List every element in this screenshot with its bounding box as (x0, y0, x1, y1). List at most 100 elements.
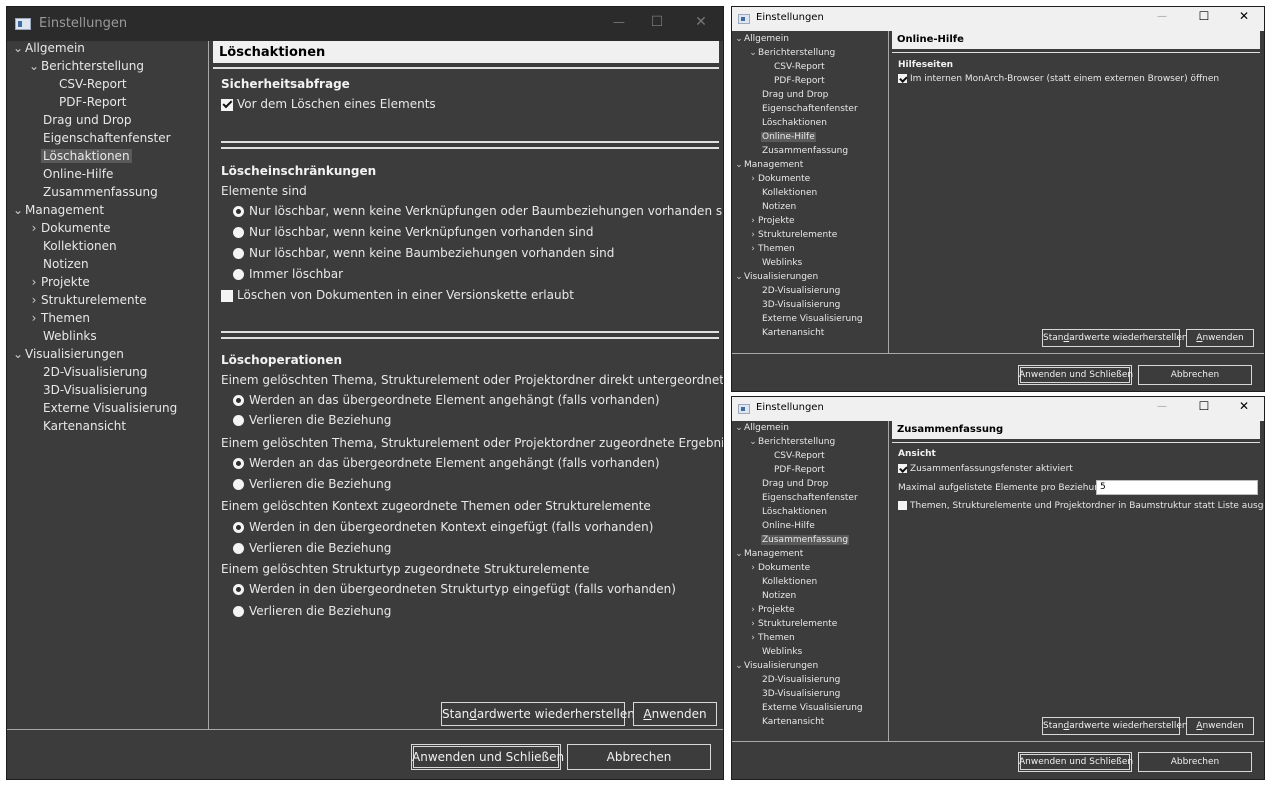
apply-and-close-button[interactable]: Anwenden und Schließen (1018, 752, 1133, 772)
chevron-down-icon[interactable]: ⌄ (11, 347, 25, 361)
radio-icon[interactable] (233, 606, 244, 617)
tree-item-online-hilfe[interactable]: Online-Hilfe (761, 132, 816, 142)
chevron-down-icon[interactable]: ⌄ (11, 203, 25, 217)
tree-item-loeschaktionen[interactable]: Löschaktionen (762, 118, 827, 128)
tree-item-kollektionen[interactable]: Kollektionen (762, 188, 817, 198)
maximize-icon[interactable]: ☐ (643, 14, 671, 30)
tree-item-zusammenfassung[interactable]: Zusammenfassung (762, 146, 848, 156)
tree-item-externe-visualisierung[interactable]: Externe Visualisierung (762, 314, 863, 324)
tree-item-visualisierungen[interactable]: ⌄Visualisierungen (734, 661, 818, 671)
tree-item-3d-visualisierung[interactable]: 3D-Visualisierung (762, 689, 840, 699)
radio-nur-loeschbar-keine-verknuepfungen-baum[interactable]: Nur löschbar, wenn keine Verknüpfungen o… (233, 204, 723, 218)
tree-item-drag-drop[interactable]: Drag und Drop (762, 90, 828, 100)
tree-item-strukturelemente[interactable]: › Strukturelemente (748, 230, 837, 240)
tree-item-zusammenfassung[interactable]: Zusammenfassung (43, 185, 158, 199)
chevron-right-icon[interactable]: › (748, 230, 758, 240)
tree-item-allgemein[interactable]: ⌄Allgemein (11, 41, 85, 55)
tree-item-weblinks[interactable]: Weblinks (762, 258, 802, 268)
tree-item-externe-visualisierung[interactable]: Externe Visualisierung (43, 401, 177, 415)
radio-eingefuegt-kontext[interactable]: Werden in den übergeordneten Kontext ein… (233, 520, 653, 534)
chevron-down-icon[interactable]: ⌄ (748, 48, 758, 58)
tree-item-kartenansicht[interactable]: Kartenansicht (762, 717, 824, 727)
chevron-down-icon[interactable]: ⌄ (734, 272, 744, 282)
tree-item-notizen[interactable]: Notizen (43, 257, 89, 271)
tree-item-themen[interactable]: › Themen (27, 311, 90, 325)
tree-item-themen[interactable]: › Themen (748, 633, 795, 643)
tree-item-projekte[interactable]: › Projekte (27, 275, 90, 289)
chevron-right-icon[interactable]: › (748, 174, 758, 184)
tree-item-allgemein[interactable]: ⌄Allgemein (734, 34, 789, 44)
chevron-down-icon[interactable]: ⌄ (734, 34, 744, 44)
max-elements-input[interactable]: 5 (1096, 480, 1258, 495)
chevron-right-icon[interactable]: › (748, 563, 758, 573)
tree-item-csv-report[interactable]: CSV-Report (59, 77, 127, 91)
chevron-right-icon[interactable]: › (27, 221, 41, 235)
tree-item-berichterstellung[interactable]: ⌄Berichterstellung (748, 437, 835, 447)
tree-item-csv-report[interactable]: CSV-Report (774, 62, 825, 72)
radio-icon[interactable] (233, 522, 244, 533)
chevron-right-icon[interactable]: › (27, 275, 41, 289)
chevron-down-icon[interactable]: ⌄ (734, 160, 744, 170)
close-icon[interactable]: ✕ (1234, 9, 1254, 23)
chevron-right-icon[interactable]: › (748, 605, 758, 615)
tree-item-management[interactable]: ⌄Management (734, 160, 803, 170)
radio-verlieren-beziehung[interactable]: Verlieren die Beziehung (233, 413, 391, 427)
radio-icon[interactable] (233, 415, 244, 426)
tree-item-visualisierungen[interactable]: ⌄Visualisierungen (734, 272, 818, 282)
tree-item-pdf-report[interactable]: PDF-Report (774, 76, 825, 86)
checkbox-icon[interactable] (898, 501, 907, 510)
apply-and-close-button[interactable]: Anwenden und Schließen (1018, 365, 1133, 385)
radio-icon[interactable] (233, 248, 244, 259)
radio-nur-loeschbar-keine-baumbeziehungen[interactable]: Nur löschbar, wenn keine Baumbeziehungen… (233, 246, 614, 260)
title-bar[interactable]: Einstellungen — ☐ ✕ (7, 7, 723, 41)
tree-item-3d-visualisierung[interactable]: 3D-Visualisierung (43, 383, 147, 397)
chevron-right-icon[interactable]: › (748, 244, 758, 254)
tree-item-notizen[interactable]: Notizen (762, 202, 796, 212)
radio-icon[interactable] (233, 584, 244, 595)
tree-item-notizen[interactable]: Notizen (762, 591, 796, 601)
minimize-icon[interactable]: — (1152, 11, 1172, 22)
chevron-down-icon[interactable]: ⌄ (27, 59, 41, 73)
chevron-down-icon[interactable]: ⌄ (734, 423, 744, 433)
tree-item-management[interactable]: ⌄Management (11, 203, 104, 217)
radio-icon[interactable] (233, 479, 244, 490)
chevron-right-icon[interactable]: › (748, 619, 758, 629)
tree-item-2d-visualisierung[interactable]: 2D-Visualisierung (43, 365, 147, 379)
tree-item-2d-visualisierung[interactable]: 2D-Visualisierung (762, 675, 840, 685)
radio-icon[interactable] (233, 227, 244, 238)
radio-icon[interactable] (233, 395, 244, 406)
radio-icon[interactable] (233, 543, 244, 554)
checkbox-icon[interactable] (221, 98, 233, 111)
radio-icon[interactable] (233, 206, 244, 217)
title-bar[interactable]: Einstellungen — ☐ ✕ (732, 397, 1264, 421)
tree-item-allgemein[interactable]: ⌄Allgemein (734, 423, 789, 433)
tree-item-kartenansicht[interactable]: Kartenansicht (43, 419, 126, 433)
cancel-button[interactable]: Abbrechen (1138, 365, 1252, 385)
tree-item-management[interactable]: ⌄Management (734, 549, 803, 559)
tree-item-dokumente[interactable]: › Dokumente (748, 174, 810, 184)
tree-item-online-hilfe[interactable]: Online-Hilfe (762, 521, 815, 531)
radio-verlieren-beziehung[interactable]: Verlieren die Beziehung (233, 541, 391, 555)
tree-item-eigenschaftenfenster[interactable]: Eigenschaftenfenster (762, 104, 858, 114)
tree-item-themen[interactable]: › Themen (748, 244, 795, 254)
tree-item-zusammenfassung[interactable]: Zusammenfassung (761, 535, 850, 545)
tree-item-3d-visualisierung[interactable]: 3D-Visualisierung (762, 300, 840, 310)
checkbox-zusammenfassungsfenster[interactable]: Zusammenfassungsfenster aktiviert (898, 464, 1073, 474)
maximize-icon[interactable]: ☐ (1194, 9, 1214, 23)
tree-item-drag-drop[interactable]: Drag und Drop (762, 479, 828, 489)
tree-item-berichterstellung[interactable]: ⌄Berichterstellung (748, 48, 835, 58)
tree-item-eigenschaftenfenster[interactable]: Eigenschaftenfenster (762, 493, 858, 503)
restore-defaults-button[interactable]: Standardwerte wiederherstellen (441, 702, 635, 726)
radio-icon[interactable] (233, 458, 244, 469)
tree-item-berichterstellung[interactable]: ⌄Berichterstellung (27, 59, 144, 73)
apply-and-close-button[interactable]: Anwenden und Schließen (411, 744, 564, 770)
minimize-icon[interactable]: — (605, 15, 633, 29)
tree-item-kartenansicht[interactable]: Kartenansicht (762, 328, 824, 338)
tree-item-online-hilfe[interactable]: Online-Hilfe (43, 167, 113, 181)
chevron-down-icon[interactable]: ⌄ (734, 549, 744, 559)
tree-item-kollektionen[interactable]: Kollektionen (762, 577, 817, 587)
restore-defaults-button[interactable]: Standardwerte wiederherstellen (1042, 717, 1188, 735)
radio-angehaengt[interactable]: Werden an das übergeordnete Element ange… (233, 393, 660, 407)
tree-item-projekte[interactable]: › Projekte (748, 605, 794, 615)
tree-item-strukturelemente[interactable]: › Strukturelemente (27, 293, 147, 307)
